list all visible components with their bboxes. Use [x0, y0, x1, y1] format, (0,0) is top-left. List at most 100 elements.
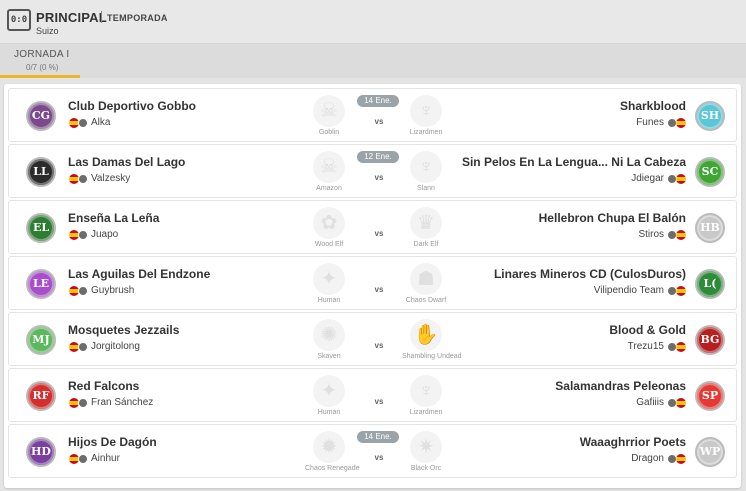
round-tabs: JORNADA I 0/7 (0 %): [0, 44, 746, 78]
season-label[interactable]: TEMPORADA: [107, 13, 168, 23]
home-team-badge[interactable]: MJ: [26, 325, 56, 355]
away-race: ♆ Lizardmen: [402, 93, 450, 141]
versus-label: vs: [374, 341, 384, 350]
away-team-badge[interactable]: SP: [695, 381, 725, 411]
home-race: ✦ Human: [305, 261, 353, 309]
away-team-name[interactable]: Linares Mineros CD (CulosDuros): [494, 267, 686, 281]
home-team-badge[interactable]: CG: [26, 101, 56, 131]
coach-avatar: [78, 229, 88, 240]
coach-avatar: [78, 453, 88, 464]
home-coach[interactable]: Guybrush: [69, 285, 134, 296]
tab-round-1[interactable]: JORNADA I 0/7 (0 %): [0, 44, 80, 78]
home-race: ✹ Chaos Renegade: [305, 429, 360, 477]
home-team-badge[interactable]: LL: [26, 157, 56, 187]
away-race-name: Chaos Dwarf: [405, 297, 447, 304]
home-team-badge[interactable]: HD: [26, 437, 56, 467]
away-race: ♛ Dark Elf: [402, 205, 450, 253]
spain-flag-icon: [676, 117, 686, 128]
home-team-name[interactable]: Red Falcons: [68, 379, 139, 393]
away-coach-name: Jdiegar: [631, 173, 664, 184]
away-race: ✷ Black Orc: [402, 429, 450, 477]
race-logo-icon: ✹: [313, 431, 345, 463]
away-team-name[interactable]: Blood & Gold: [609, 323, 686, 337]
away-team-name[interactable]: Hellebron Chupa El Balón: [539, 211, 686, 225]
away-race-name: Slann: [417, 185, 435, 192]
away-race-name: Black Orc: [410, 465, 442, 472]
home-team-badge[interactable]: RF: [26, 381, 56, 411]
away-race-name: Dark Elf: [413, 241, 439, 248]
home-coach[interactable]: Valzesky: [69, 173, 130, 184]
match-row[interactable]: RF Red Falcons Fran Sánchez ✦ Human vs ♆…: [8, 368, 737, 422]
race-logo-icon: ☠: [313, 151, 345, 183]
race-logo-icon: ♆: [410, 375, 442, 407]
versus-label: vs: [374, 173, 384, 182]
competition-title: PRINCIPAL: [36, 10, 107, 25]
competition-header: 0:0 PRINCIPAL TEMPORADA Suizo: [0, 0, 746, 44]
tab-round-label: JORNADA I: [14, 49, 70, 60]
away-team-name[interactable]: Waaaghrrior Poets: [580, 435, 686, 449]
home-team-name[interactable]: Las Damas Del Lago: [68, 155, 185, 169]
home-race: ☠ Amazon: [305, 149, 353, 197]
away-team-badge[interactable]: SH: [695, 101, 725, 131]
race-logo-icon: ✋: [410, 319, 442, 351]
away-race-name: Lizardmen: [409, 409, 443, 416]
match-row[interactable]: LE Las Aguilas Del Endzone Guybrush ✦ Hu…: [8, 256, 737, 310]
home-team-name[interactable]: Enseña La Leña: [68, 211, 159, 225]
home-race-name: Goblin: [318, 129, 340, 136]
away-team-name[interactable]: Salamandras Peleonas: [555, 379, 686, 393]
title-divider: [101, 11, 102, 23]
race-logo-icon: ☗: [410, 263, 442, 295]
away-coach[interactable]: Funes: [636, 117, 686, 128]
coach-avatar: [78, 285, 88, 296]
home-race: ☠ Goblin: [305, 93, 353, 141]
home-coach-name: Ainhur: [91, 453, 120, 464]
match-date-badge: 14 Ene.: [357, 95, 399, 107]
home-team-name[interactable]: Club Deportivo Gobbo: [68, 99, 196, 113]
away-coach-name: Stiros: [638, 229, 664, 240]
away-team-name[interactable]: Sharkblood: [620, 99, 686, 113]
home-coach[interactable]: Fran Sánchez: [69, 397, 153, 408]
race-logo-icon: ♆: [410, 151, 442, 183]
home-team-badge[interactable]: EL: [26, 213, 56, 243]
away-team-badge[interactable]: L(: [695, 269, 725, 299]
away-coach[interactable]: Dragon: [631, 453, 686, 464]
home-coach[interactable]: Jorgitolong: [69, 341, 140, 352]
away-team-badge[interactable]: SC: [695, 157, 725, 187]
away-team-badge[interactable]: HB: [695, 213, 725, 243]
home-team-badge[interactable]: LE: [26, 269, 56, 299]
home-coach-name: Valzesky: [91, 173, 131, 184]
away-coach[interactable]: Jdiegar: [631, 173, 686, 184]
away-team-badge[interactable]: WP: [695, 437, 725, 467]
home-team-name[interactable]: Hijos De Dagón: [68, 435, 157, 449]
away-race: ☗ Chaos Dwarf: [402, 261, 450, 309]
home-coach[interactable]: Ainhur: [69, 453, 120, 464]
race-logo-icon: ✷: [410, 431, 442, 463]
match-row[interactable]: CG Club Deportivo Gobbo Alka ☠ Goblin 14…: [8, 88, 737, 142]
versus-label: vs: [374, 397, 384, 406]
away-race-name: Shambling Undead: [402, 353, 462, 360]
spain-flag-icon: [676, 229, 686, 240]
coach-avatar: [78, 117, 88, 128]
away-coach[interactable]: Vilipendio Team: [594, 285, 686, 296]
versus-label: vs: [374, 285, 384, 294]
spain-flag-icon: [676, 285, 686, 296]
home-race: ✿ Wood Elf: [305, 205, 353, 253]
away-coach[interactable]: Stiros: [638, 229, 686, 240]
away-coach[interactable]: Gafiiis: [636, 397, 686, 408]
match-row[interactable]: EL Enseña La Leña Juapo ✿ Wood Elf vs ♛ …: [8, 200, 737, 254]
away-coach-name: Gafiiis: [636, 397, 664, 408]
coach-avatar: [78, 173, 88, 184]
coach-avatar: [78, 341, 88, 352]
match-row[interactable]: HD Hijos De Dagón Ainhur ✹ Chaos Renegad…: [8, 424, 737, 478]
home-team-name[interactable]: Las Aguilas Del Endzone: [68, 267, 210, 281]
match-row[interactable]: MJ Mosquetes Jezzails Jorgitolong ✺ Skav…: [8, 312, 737, 366]
match-row[interactable]: LL Las Damas Del Lago Valzesky ☠ Amazon …: [8, 144, 737, 198]
away-coach[interactable]: Trezu15: [628, 341, 686, 352]
away-team-name[interactable]: Sin Pelos En La Lengua... Ni La Cabeza: [462, 155, 686, 169]
home-coach[interactable]: Alka: [69, 117, 110, 128]
home-team-name[interactable]: Mosquetes Jezzails: [68, 323, 179, 337]
home-race-name: Human: [317, 297, 341, 304]
away-team-badge[interactable]: BG: [695, 325, 725, 355]
away-coach-name: Trezu15: [627, 341, 664, 352]
home-coach[interactable]: Juapo: [69, 229, 118, 240]
